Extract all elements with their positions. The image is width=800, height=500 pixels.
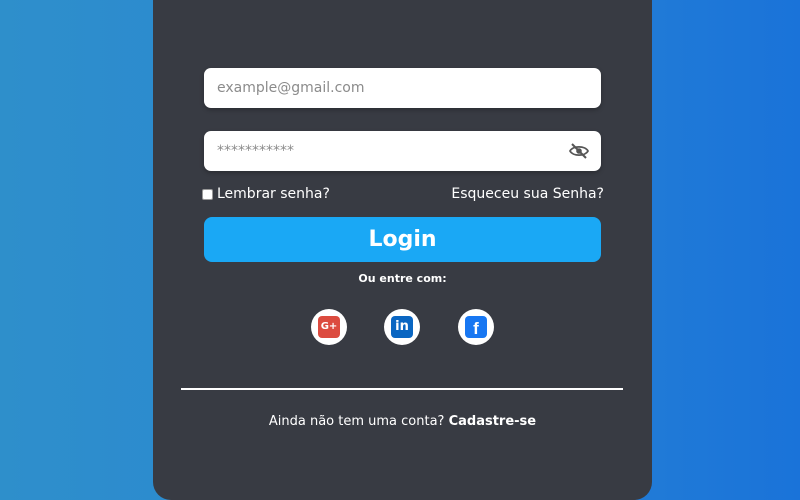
- facebook-icon: f: [465, 316, 487, 338]
- remember-checkbox-row[interactable]: Lembrar senha?: [202, 186, 330, 202]
- email-field[interactable]: [204, 68, 601, 108]
- linkedin-login-button[interactable]: in: [384, 309, 420, 345]
- remember-label: Lembrar senha?: [217, 186, 330, 202]
- google-login-button[interactable]: G+: [311, 309, 347, 345]
- linkedin-icon: in: [391, 316, 413, 338]
- eye-slash-icon[interactable]: [568, 142, 590, 160]
- google-plus-icon: G+: [318, 316, 340, 338]
- signup-question: Ainda não tem uma conta?: [268, 414, 445, 429]
- email-input[interactable]: [204, 68, 557, 108]
- signup-prompt: Ainda não tem uma conta? Cadastre-se: [153, 414, 652, 429]
- or-login-with-label: Ou entre com:: [358, 272, 447, 285]
- password-input[interactable]: [204, 131, 557, 171]
- login-button[interactable]: Login: [204, 217, 601, 262]
- form-options: Lembrar senha? Esqueceu sua Senha?: [202, 186, 604, 206]
- password-field[interactable]: [204, 131, 601, 171]
- remember-checkbox[interactable]: [202, 188, 213, 200]
- facebook-login-button[interactable]: f: [458, 309, 494, 345]
- forgot-password-link[interactable]: Esqueceu sua Senha?: [451, 186, 604, 202]
- signup-link[interactable]: Cadastre-se: [449, 414, 537, 429]
- divider: [181, 388, 623, 390]
